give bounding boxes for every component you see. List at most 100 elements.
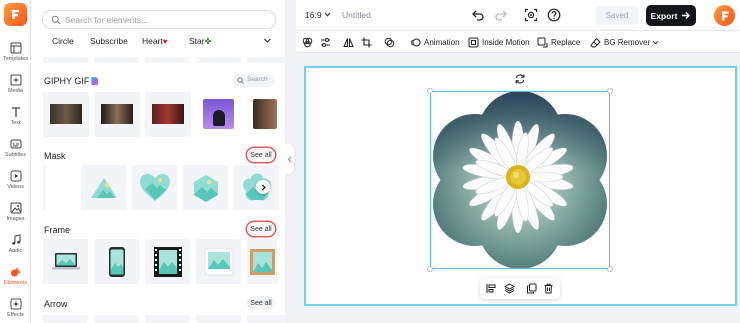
rail-item-media[interactable]: Media bbox=[0, 72, 31, 102]
gif-thumbnail[interactable] bbox=[94, 92, 140, 137]
mask-next-button[interactable] bbox=[256, 180, 270, 194]
resize-handle-bottom-right[interactable] bbox=[607, 266, 613, 272]
frame-tile-filmstrip[interactable] bbox=[145, 239, 190, 284]
export-label: Export bbox=[650, 10, 678, 21]
undo-icon[interactable] bbox=[471, 8, 485, 22]
arrow-see-all-button[interactable]: See all bbox=[247, 296, 275, 310]
frame-tile-laptop[interactable] bbox=[43, 239, 88, 284]
elements-panel: Circle Subscribe Heart♥ Star✤ GIPHY GIF … bbox=[31, 0, 285, 323]
laptop-frame-icon bbox=[51, 252, 80, 269]
frame-tile-photo[interactable] bbox=[196, 239, 241, 284]
text-icon bbox=[11, 107, 20, 117]
mask-see-all-button[interactable]: See all bbox=[247, 148, 275, 162]
element-tile[interactable] bbox=[196, 57, 241, 63]
search-input[interactable] bbox=[65, 13, 265, 27]
arrow-tile[interactable] bbox=[43, 315, 88, 323]
inside-motion-icon bbox=[468, 37, 479, 47]
rail-item-videos[interactable]: Videos bbox=[0, 168, 31, 198]
chevron-right-icon bbox=[261, 184, 266, 190]
layers-icon[interactable] bbox=[504, 283, 515, 294]
redo-icon[interactable] bbox=[494, 8, 508, 22]
giphy-search-button[interactable]: Search bbox=[232, 74, 275, 87]
quick-chips: Circle Subscribe Heart♥ Star✤ bbox=[43, 34, 275, 48]
crop-tool-button[interactable] bbox=[361, 35, 375, 49]
aspect-ratio-value: 16:9 bbox=[305, 10, 322, 20]
eraser-icon bbox=[590, 37, 601, 47]
mask-tile[interactable] bbox=[43, 165, 46, 210]
rail-item-elements[interactable]: Elements bbox=[0, 264, 31, 294]
screen-record-icon[interactable] bbox=[524, 8, 538, 22]
wood-frame-icon bbox=[250, 248, 275, 275]
rail-item-subtitles[interactable]: Subtitles bbox=[0, 136, 31, 166]
giphy-section-title: GIPHY GIF bbox=[44, 76, 99, 86]
clover-icon: ✤ bbox=[204, 37, 212, 46]
rail-item-templates[interactable]: Templates bbox=[0, 40, 31, 70]
image-icon bbox=[10, 202, 21, 214]
resize-handle-bottom-left[interactable] bbox=[427, 266, 433, 272]
trash-icon[interactable] bbox=[543, 283, 554, 294]
chip-star[interactable]: Star✤ bbox=[189, 36, 211, 46]
music-note-icon bbox=[11, 234, 20, 245]
resize-handle-top-left[interactable] bbox=[427, 88, 433, 94]
selection-box bbox=[430, 91, 610, 269]
mask-mountain-icon bbox=[90, 177, 117, 198]
rotate-handle-icon[interactable] bbox=[514, 73, 526, 85]
rail-label: Audio bbox=[8, 248, 23, 254]
mask-tool-button[interactable] bbox=[384, 35, 398, 49]
flip-tool-button[interactable] bbox=[343, 35, 357, 49]
frame-tile-phone[interactable] bbox=[94, 239, 139, 284]
app-logo-icon[interactable] bbox=[4, 3, 27, 26]
templates-icon bbox=[10, 42, 21, 54]
frame-tile-wood[interactable] bbox=[247, 239, 277, 284]
duplicate-icon[interactable] bbox=[526, 283, 537, 294]
user-avatar[interactable] bbox=[714, 5, 735, 26]
chip-subscribe[interactable]: Subscribe bbox=[90, 36, 128, 46]
animation-button[interactable]: Animation bbox=[410, 35, 460, 49]
element-tile[interactable] bbox=[247, 57, 285, 63]
gif-thumbnail[interactable] bbox=[253, 99, 277, 129]
rail-item-images[interactable]: Images bbox=[0, 200, 31, 230]
frame-section-title: Frame bbox=[44, 225, 71, 235]
rail-item-effects[interactable]: Effects bbox=[0, 296, 31, 323]
align-icon[interactable] bbox=[486, 283, 497, 294]
arrow-tile[interactable] bbox=[247, 315, 285, 323]
bg-remover-button[interactable]: BG Remover bbox=[590, 35, 659, 49]
floating-element-toolbar bbox=[480, 278, 560, 299]
gif-thumbnail[interactable] bbox=[43, 92, 89, 137]
arrow-tile[interactable] bbox=[94, 315, 139, 323]
adjust-tool-button[interactable] bbox=[320, 35, 334, 49]
element-tile[interactable] bbox=[94, 57, 139, 63]
chip-circle[interactable]: Circle bbox=[52, 36, 74, 46]
replace-button[interactable]: Replace bbox=[537, 35, 580, 49]
frame-see-all-button[interactable]: See all bbox=[247, 222, 275, 236]
gif-thumbnail[interactable] bbox=[203, 99, 234, 129]
mask-tile-heart[interactable] bbox=[132, 165, 177, 210]
document-title[interactable]: Untitled bbox=[342, 10, 371, 20]
rail-item-audio[interactable]: Audio bbox=[0, 232, 31, 262]
element-search-box[interactable] bbox=[42, 10, 276, 29]
gif-thumbnail[interactable] bbox=[145, 92, 191, 137]
search-icon bbox=[51, 15, 61, 25]
export-button[interactable]: Export bbox=[646, 5, 696, 26]
mask-tile-triangle[interactable] bbox=[81, 165, 126, 210]
sliders-icon bbox=[321, 37, 330, 47]
help-icon[interactable] bbox=[547, 8, 561, 22]
rail-item-text[interactable]: Text bbox=[0, 104, 31, 134]
giphy-title: GIPHY GIF bbox=[44, 76, 90, 86]
subtitles-icon bbox=[10, 139, 21, 149]
chip-heart[interactable]: Heart♥ bbox=[142, 36, 168, 46]
elements-shapes-icon bbox=[10, 267, 21, 277]
inside-motion-button[interactable]: Inside Motion bbox=[468, 35, 530, 49]
arrow-tile[interactable] bbox=[145, 315, 190, 323]
chevron-down-icon[interactable] bbox=[263, 36, 272, 45]
color-tool-button[interactable] bbox=[302, 35, 316, 49]
element-tile[interactable] bbox=[145, 57, 190, 63]
arrow-tile[interactable] bbox=[196, 315, 241, 323]
rail-label: Media bbox=[8, 88, 23, 94]
aspect-ratio-dropdown[interactable]: 16:9 bbox=[305, 10, 331, 20]
panel-collapse-handle[interactable] bbox=[284, 144, 294, 174]
element-tile[interactable] bbox=[43, 57, 88, 63]
element-toolbar: Animation Inside Motion Replace BG Remov… bbox=[296, 31, 740, 53]
mask-tile-hexagon[interactable] bbox=[183, 165, 228, 210]
resize-handle-top-right[interactable] bbox=[607, 88, 613, 94]
